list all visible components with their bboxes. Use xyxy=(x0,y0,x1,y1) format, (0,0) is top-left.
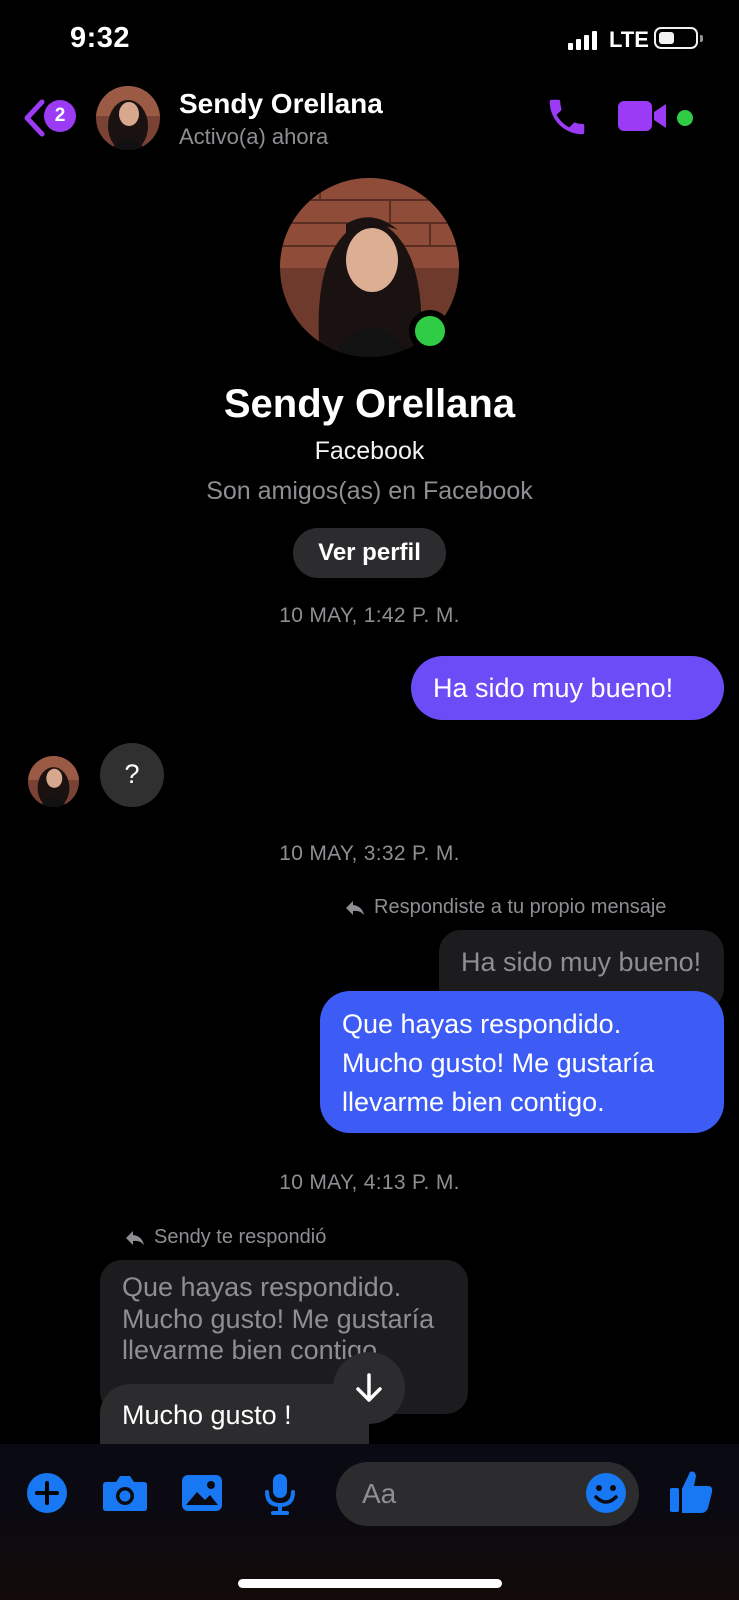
battery-icon xyxy=(654,27,703,49)
scroll-to-bottom-button[interactable] xyxy=(333,1352,405,1424)
incoming-message[interactable]: ? xyxy=(100,743,164,807)
sender-avatar[interactable] xyxy=(28,756,79,807)
back-button[interactable]: 2 xyxy=(22,98,82,138)
gallery-button[interactable] xyxy=(180,1472,226,1518)
avatar[interactable] xyxy=(96,86,160,150)
message-composer xyxy=(0,1444,739,1600)
reply-context-label: Respondiste a tu propio mensaje xyxy=(374,896,667,918)
contact-name[interactable]: Sendy Orellana xyxy=(179,88,383,120)
reply-context-incoming: Sendy te respondió xyxy=(124,1226,326,1249)
incoming-message[interactable]: Mucho gusto ! xyxy=(100,1384,369,1444)
view-profile-button[interactable]: Ver perfil xyxy=(293,528,446,578)
camera-button[interactable] xyxy=(102,1472,148,1518)
status-time: 9:32 xyxy=(70,22,131,54)
voice-call-button[interactable] xyxy=(544,94,590,140)
outgoing-message[interactable]: Ha sido muy bueno! xyxy=(411,656,724,720)
online-indicator xyxy=(677,110,693,126)
microphone-icon xyxy=(265,1474,295,1515)
back-chevron-icon xyxy=(24,99,45,137)
profile-name: Sendy Orellana xyxy=(223,382,516,426)
thumbs-up-icon xyxy=(670,1471,713,1513)
like-button[interactable] xyxy=(668,1468,714,1514)
status-bar: 9:32 LTE xyxy=(0,0,739,80)
emoji-button[interactable] xyxy=(585,1472,629,1516)
unread-badge: 2 xyxy=(44,100,76,132)
image-icon xyxy=(182,1475,222,1511)
camera-icon xyxy=(103,1476,147,1511)
signal-icon xyxy=(568,30,597,50)
home-indicator xyxy=(238,1579,502,1588)
message-timestamp: 10 MAY, 4:13 P. M. xyxy=(279,1171,460,1194)
message-timestamp: 10 MAY, 1:42 P. M. xyxy=(279,604,460,627)
outgoing-message[interactable]: Que hayas respondido. Mucho gusto! Me gu… xyxy=(320,991,724,1133)
reply-arrow-icon xyxy=(346,900,364,915)
emoji-icon xyxy=(586,1473,626,1513)
reply-context-outgoing: Respondiste a tu propio mensaje xyxy=(344,896,666,919)
message-timestamp: 10 MAY, 3:32 P. M. xyxy=(279,842,460,865)
profile-platform: Facebook xyxy=(314,437,425,465)
video-camera-icon xyxy=(618,101,666,131)
video-call-button[interactable] xyxy=(618,98,670,134)
reply-arrow-icon xyxy=(126,1230,144,1245)
reply-context-label: Sendy te respondió xyxy=(154,1226,327,1248)
plus-icon xyxy=(27,1473,67,1513)
contact-status: Activo(a) ahora xyxy=(179,124,329,149)
more-actions-button[interactable] xyxy=(26,1472,72,1518)
chat-header: 2 Sendy Orellana Activo(a) ahora xyxy=(0,84,739,154)
network-type: LTE xyxy=(609,27,649,52)
phone-icon xyxy=(549,99,585,135)
arrow-down-icon xyxy=(356,1373,382,1402)
voice-message-button[interactable] xyxy=(262,1472,308,1518)
profile-relationship: Son amigos(as) en Facebook xyxy=(206,477,533,505)
online-indicator-large xyxy=(409,310,451,352)
